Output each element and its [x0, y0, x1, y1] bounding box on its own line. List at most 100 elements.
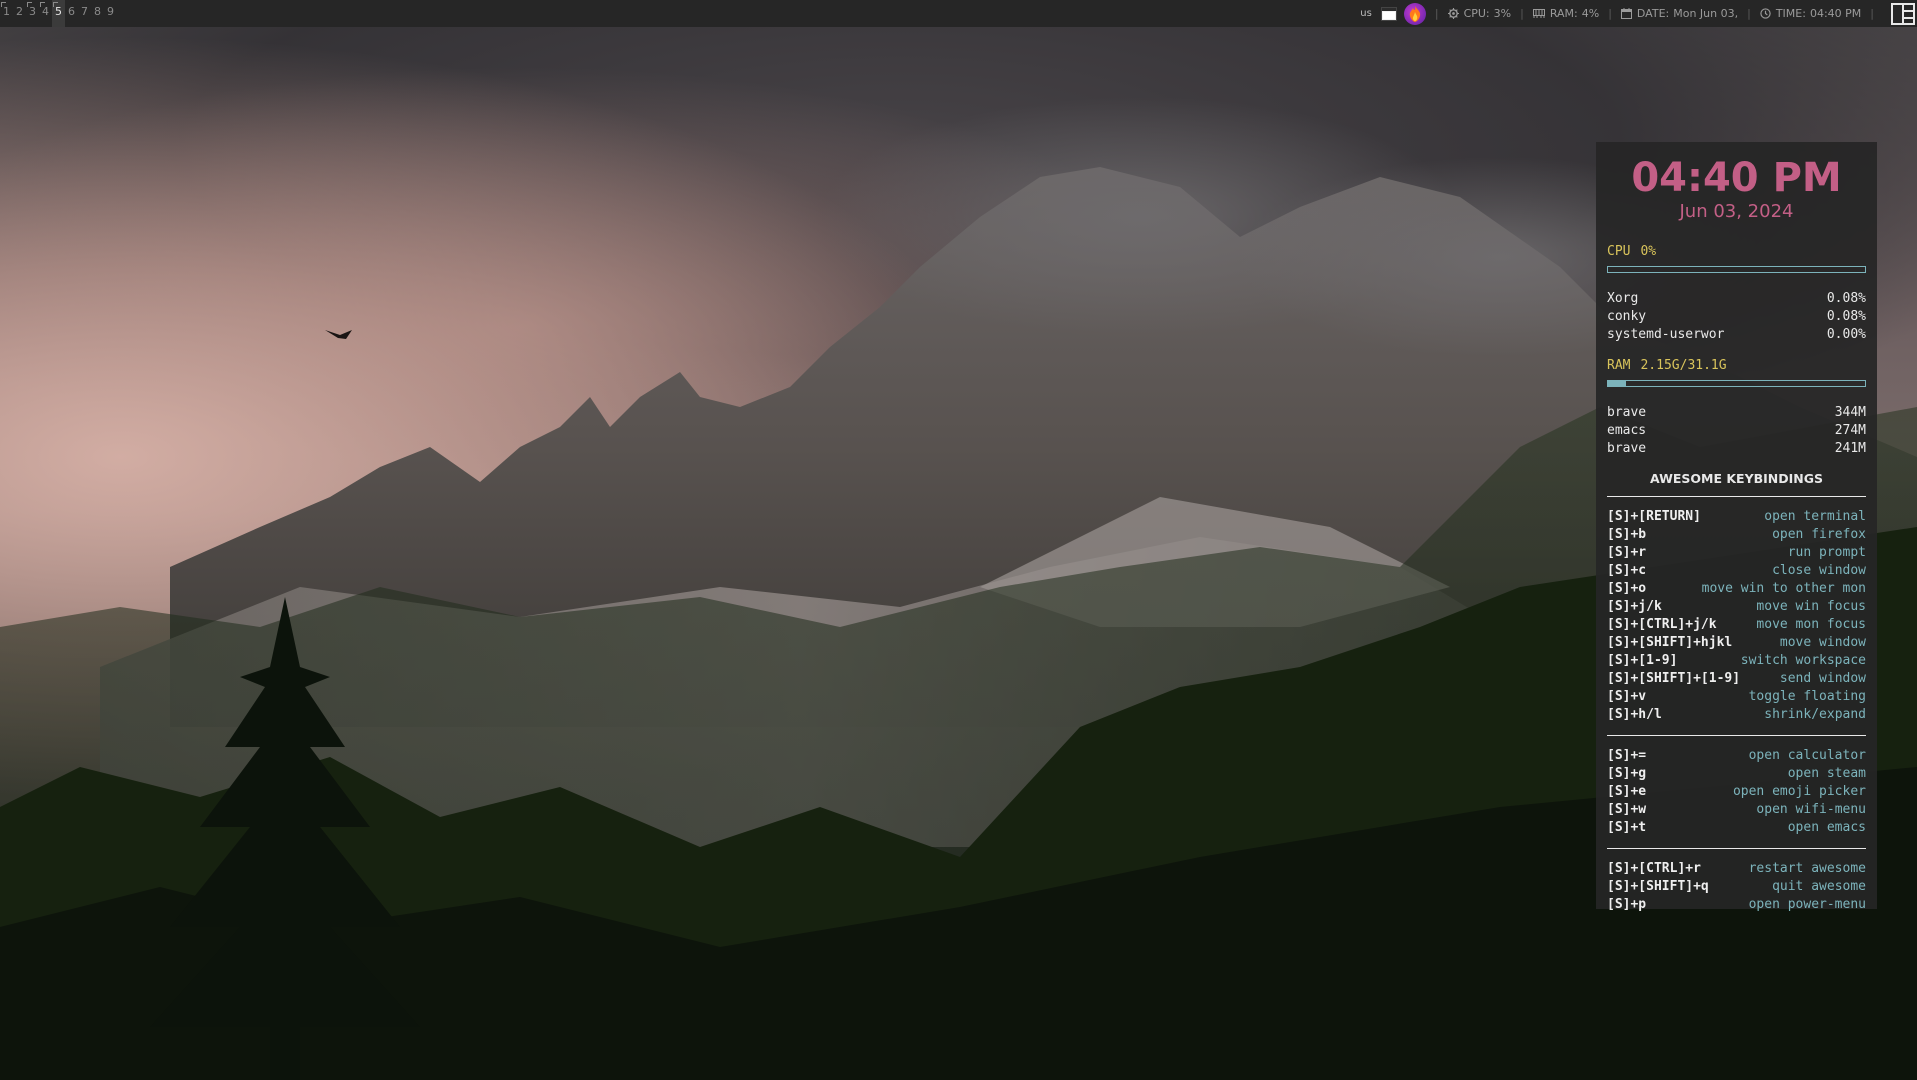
- time-widget[interactable]: TIME: 04:40 PM: [1760, 7, 1861, 20]
- ram-label: RAM:: [1549, 7, 1578, 20]
- keybinding-action: run prompt: [1787, 545, 1866, 560]
- process-row: conky 0.08%: [1607, 308, 1866, 326]
- keybinding-key: [S]+e: [1607, 784, 1647, 799]
- separator: |: [1434, 7, 1439, 20]
- keybinding-action: move mon focus: [1756, 617, 1866, 632]
- keybinding-action: quit awesome: [1772, 879, 1866, 894]
- process-row: systemd-userwor 0.00%: [1607, 326, 1866, 344]
- ram-value: 4%: [1581, 7, 1600, 20]
- keybinding-row: [S]+o move win to other mon: [1607, 580, 1866, 598]
- date-value: Mon Jun 03,: [1673, 7, 1739, 20]
- separator: |: [1608, 7, 1612, 20]
- keybinding-row: [S]+[1-9] switch workspace: [1607, 652, 1866, 670]
- keybinding-row: [S]+[SHIFT]+[1-9] send window: [1607, 670, 1866, 688]
- keybinding-action: move window: [1779, 635, 1866, 650]
- keybinding-action: open emacs: [1787, 820, 1866, 835]
- cpu-value: 3%: [1493, 7, 1512, 20]
- keybinding-key: [S]+g: [1607, 766, 1647, 781]
- cpu-label: CPU:: [1463, 7, 1490, 20]
- keybinding-action: send window: [1779, 671, 1866, 686]
- keybinding-action: move win to other mon: [1701, 581, 1866, 596]
- layout-icon[interactable]: [1891, 2, 1915, 25]
- conky-date: Jun 03, 2024: [1679, 201, 1794, 222]
- date-widget[interactable]: DATE: Mon Jun 03,: [1620, 7, 1739, 20]
- tag-3[interactable]: 3: [26, 0, 39, 27]
- time-label: TIME:: [1775, 7, 1806, 20]
- window-icon[interactable]: [1380, 5, 1398, 23]
- process-name: brave: [1607, 441, 1647, 456]
- tag-2[interactable]: 2: [13, 0, 26, 27]
- cpu-heading: CPU 0%: [1607, 244, 1866, 259]
- cpu-heading-label: CPU: [1607, 244, 1631, 259]
- cpu-usage-bar: [1607, 266, 1866, 273]
- keybinding-key: [S]+j/k: [1607, 599, 1662, 614]
- keybinding-row: [S]+[CTRL]+j/k move mon focus: [1607, 616, 1866, 634]
- divider: [1607, 496, 1866, 497]
- process-row: brave 241M: [1607, 440, 1866, 458]
- process-name: emacs: [1607, 423, 1647, 438]
- process-row: brave 344M: [1607, 404, 1866, 422]
- keybinding-key: [S]+[SHIFT]+hjkl: [1607, 635, 1733, 650]
- conky-panel: 04:40 PM Jun 03, 2024 CPU 0% Xorg 0.08% co…: [1596, 142, 1877, 912]
- process-row: emacs 274M: [1607, 422, 1866, 440]
- keybinding-row: [S]+[SHIFT]+hjkl move window: [1607, 634, 1866, 652]
- date-label: DATE:: [1636, 7, 1670, 20]
- tag-5[interactable]: 5: [52, 0, 65, 27]
- keybinding-row: [S]+= open calculator: [1607, 747, 1866, 765]
- separator: |: [1747, 7, 1751, 20]
- ram-heading-label: RAM: [1607, 358, 1631, 373]
- process-value: 274M: [1834, 423, 1866, 438]
- keybinding-action: open power-menu: [1748, 897, 1866, 912]
- keybinding-action: toggle floating: [1748, 689, 1866, 704]
- keybinding-action: close window: [1772, 563, 1866, 578]
- tag-7[interactable]: 7: [78, 0, 91, 27]
- process-name: brave: [1607, 405, 1647, 420]
- keybinding-action: open firefox: [1772, 527, 1866, 542]
- ram-heading-value: 2.15G/31.1G: [1640, 358, 1727, 373]
- tag-9[interactable]: 9: [104, 0, 117, 27]
- keybinding-action: shrink/expand: [1764, 707, 1866, 722]
- keybinding-key: [S]+h/l: [1607, 707, 1662, 722]
- tag-list: 1 2 3 4 5 6 7 8 9: [0, 0, 117, 27]
- process-value: 241M: [1834, 441, 1866, 456]
- cpu-heading-value: 0%: [1640, 244, 1657, 259]
- process-name: Xorg: [1607, 291, 1639, 306]
- keybinding-action: move win focus: [1756, 599, 1866, 614]
- keybinding-key: [S]+[SHIFT]+q: [1607, 879, 1709, 894]
- keybinding-action: open wifi-menu: [1756, 802, 1866, 817]
- keybinding-action: restart awesome: [1748, 861, 1866, 876]
- keybinding-row: [S]+r run prompt: [1607, 544, 1866, 562]
- brave-browser-icon[interactable]: [1403, 2, 1426, 25]
- keybinding-action: open steam: [1787, 766, 1866, 781]
- keybinding-row: [S]+p open power-menu: [1607, 896, 1866, 914]
- tag-8[interactable]: 8: [91, 0, 104, 27]
- cpu-widget[interactable]: CPU: 3%: [1447, 7, 1512, 20]
- ram-usage-fill: [1608, 381, 1626, 386]
- separator: |: [1520, 7, 1524, 20]
- keybinding-key: [S]+o: [1607, 581, 1647, 596]
- ram-widget[interactable]: RAM: 4%: [1532, 7, 1600, 20]
- tag-1[interactable]: 1: [0, 0, 13, 27]
- keybinding-key: [S]+t: [1607, 820, 1647, 835]
- keybinding-row: [S]+e open emoji picker: [1607, 783, 1866, 801]
- ram-usage-bar: [1607, 380, 1866, 387]
- time-value: 04:40 PM: [1809, 7, 1862, 20]
- keybinding-action: open emoji picker: [1732, 784, 1866, 799]
- status-area: us | CPU: 3% | RAM: 4% | DATE: Mon Jun 0…: [1360, 0, 1917, 27]
- process-value: 344M: [1834, 405, 1866, 420]
- keybinding-key: [S]+w: [1607, 802, 1647, 817]
- ram-icon: [1532, 9, 1545, 18]
- cpu-process-list: Xorg 0.08% conky 0.08% systemd-userwor 0.00…: [1607, 290, 1866, 344]
- tag-4[interactable]: 4: [39, 0, 52, 27]
- keybinding-row: [S]+w open wifi-menu: [1607, 801, 1866, 819]
- conky-clock: 04:40 PM: [1631, 155, 1842, 201]
- keybinding-action: switch workspace: [1740, 653, 1866, 668]
- ram-process-list: brave 344M emacs 274M brave 241M: [1607, 404, 1866, 458]
- divider: [1607, 735, 1866, 736]
- keybinding-row: [S]+[SHIFT]+q quit awesome: [1607, 878, 1866, 896]
- keybinding-key: [S]+p: [1607, 897, 1647, 912]
- process-name: conky: [1607, 309, 1647, 324]
- keybinding-row: [S]+h/l shrink/expand: [1607, 706, 1866, 724]
- tag-6[interactable]: 6: [65, 0, 78, 27]
- keyboard-layout-indicator[interactable]: us: [1360, 8, 1372, 19]
